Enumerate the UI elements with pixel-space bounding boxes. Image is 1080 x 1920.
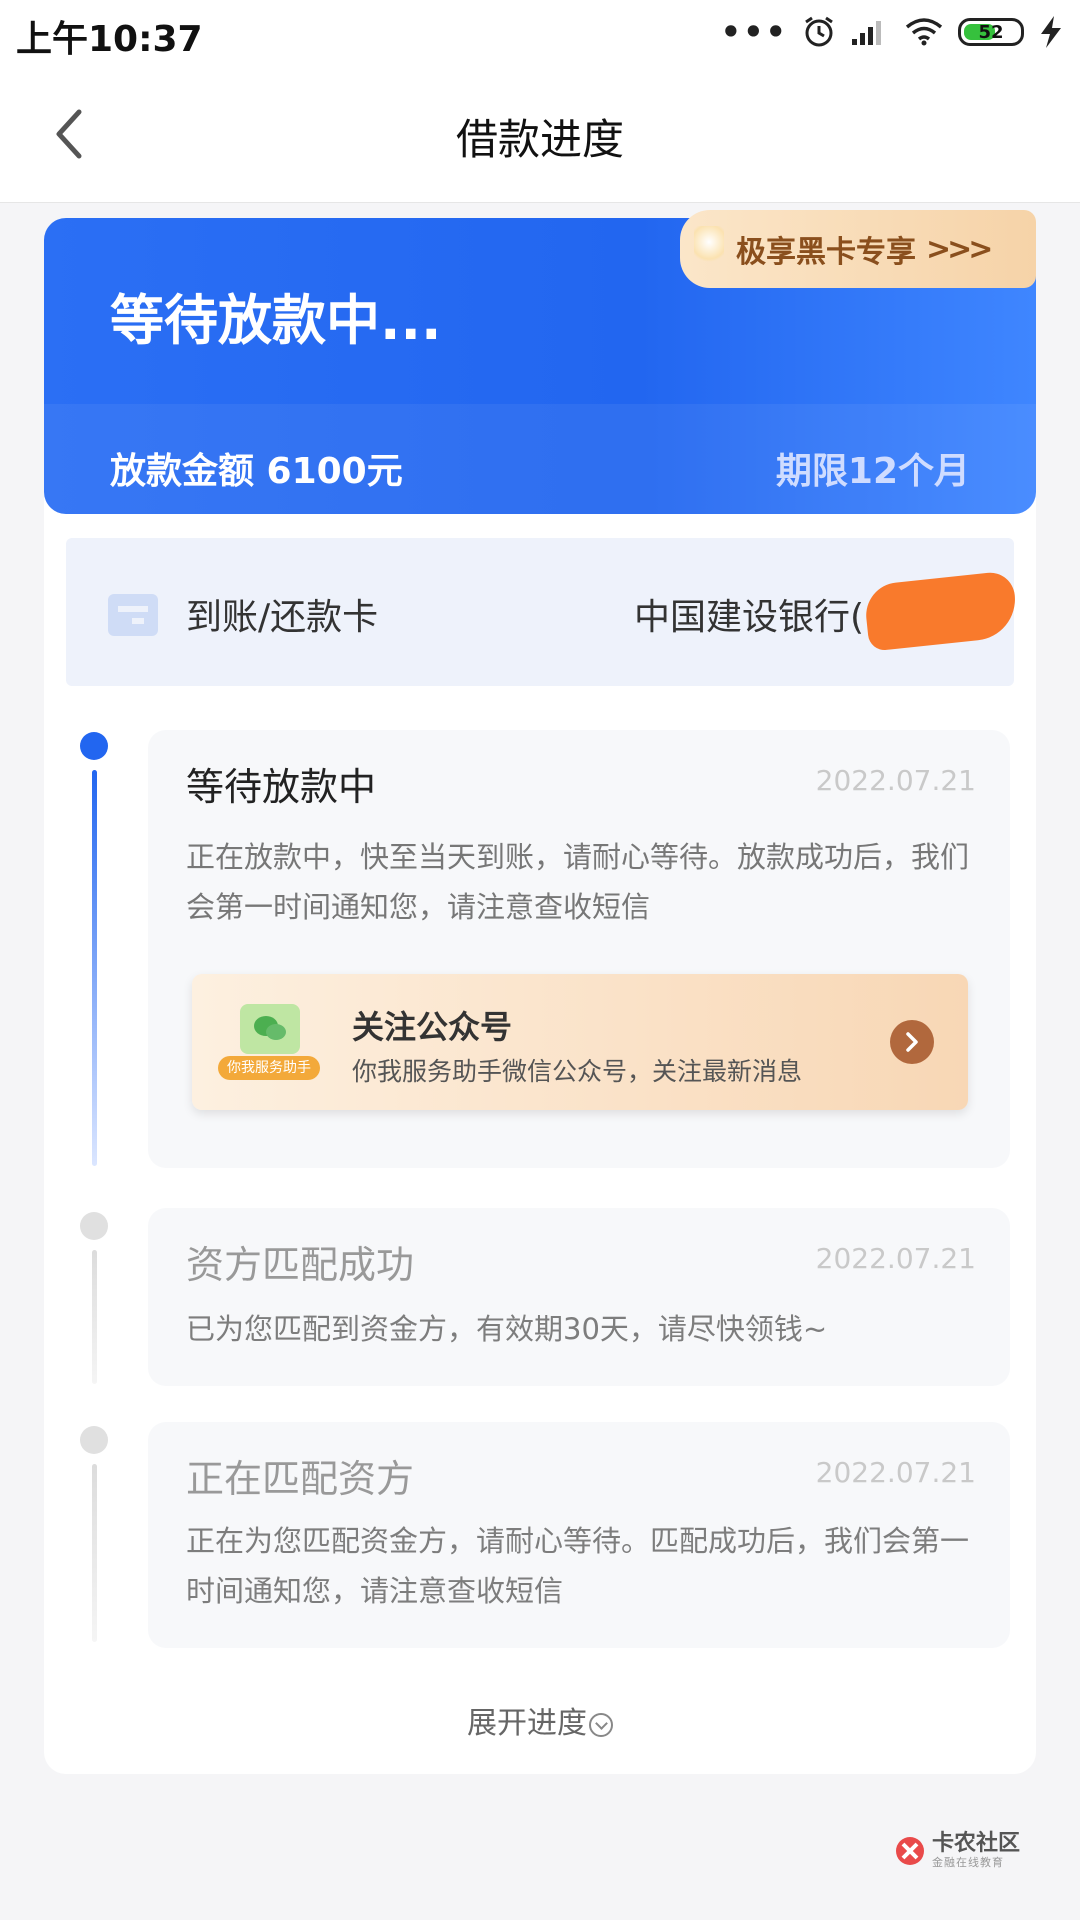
redaction-scribble [862,570,1020,652]
page-title: 借款进度 [455,115,624,164]
step-desc: 正在放款中，快至当天到账，请耐心等待。放款成功后，我们会第一时间通知您，请注意查… [186,840,970,924]
timeline-step: 正在匹配资方 2022.07.21 正在为您匹配资金方，请耐心等待。匹配成功后，… [148,1422,1010,1648]
expand-progress-button[interactable]: 展开进度 [44,1698,1036,1742]
battery-icon: 52 [958,18,1024,46]
more-dots-icon: ••• [720,13,788,51]
alarm-icon [805,16,833,47]
timeline-line-active [92,770,97,1166]
wechat-icon [240,1004,300,1054]
step-date: 2022.07.21 [815,764,976,797]
timeline-step: 等待放款中 2022.07.21 正在放款中，快至当天到账，请耐心等待。放款成功… [148,730,1010,1168]
promo-illustration: 你我服务助手 [218,1004,320,1084]
timeline-dot-inactive [80,1212,108,1240]
step-title: 资方匹配成功 [186,1243,415,1287]
status-icons: ••• 52 [721,12,1064,52]
repayment-card-row[interactable]: 到账/还款卡 中国建设银行( [66,538,1020,686]
sparkle-icon [694,226,724,266]
timeline-line-inactive [92,1250,97,1384]
loan-progress-card: 等待放款中... 放款金额 6100元 期限12个月 到账/还款卡 中国建设银行… [44,218,1036,1774]
card-row-label: 到账/还款卡 [186,597,379,638]
chevron-right-icon[interactable] [890,1020,934,1064]
charging-icon [1041,16,1061,48]
step-desc: 正在为您匹配资金方，请耐心等待。匹配成功后，我们会第一时间通知您，请注意查收短信 [186,1524,970,1608]
step-title: 等待放款中 [186,765,377,809]
vip-arrows: >>> [926,231,993,267]
follow-official-account-banner[interactable]: 你我服务助手 关注公众号 你我服务助手微信公众号，关注最新消息 [192,974,968,1110]
timeline-step: 资方匹配成功 2022.07.21 已为您匹配到资金方，有效期30天，请尽快领钱… [148,1208,1010,1386]
step-title: 正在匹配资方 [186,1457,415,1501]
card-icon [108,594,158,636]
vip-black-card-badge[interactable]: 极享黑卡专享 >>> [680,210,1036,288]
promo-subtitle: 你我服务助手微信公众号，关注最新消息 [352,1057,803,1086]
loan-amount: 放款金额 6100元 [110,451,403,492]
wifi-icon [905,18,943,46]
timeline-dot-active [80,732,108,760]
expand-label: 展开进度 [467,1706,587,1741]
status-time: 上午10:37 [16,19,203,60]
step-date: 2022.07.21 [815,1242,976,1275]
promo-image-tag: 你我服务助手 [218,1056,320,1080]
step-date: 2022.07.21 [815,1456,976,1489]
loan-term: 期限12个月 [775,451,970,492]
battery-percent: 52 [978,21,1004,43]
timeline-dot-inactive [80,1426,108,1454]
watermark: 卡农社区 金融在线教育 [894,1832,1020,1870]
signal-icon [852,21,881,45]
watermark-subtitle: 金融在线教育 [931,1856,1004,1869]
watermark-logo-icon [895,1837,924,1865]
promo-title: 关注公众号 [352,1008,513,1046]
watermark-text: 卡农社区 金融在线教育 [932,1832,1020,1870]
timeline-line-inactive [92,1464,97,1642]
nav-bar: 借款进度 [0,66,1080,203]
chevron-down-circle-icon [589,1713,613,1737]
vip-badge-text: 极享黑卡专享 [736,235,916,270]
loan-status-text: 等待放款中... [110,289,442,352]
step-desc: 已为您匹配到资金方，有效期30天，请尽快领钱~ [186,1312,828,1346]
watermark-title: 卡农社区 [931,1831,1020,1856]
status-bar: 上午10:37 ••• 52 [0,0,1080,66]
bank-name: 中国建设银行( [633,597,864,638]
